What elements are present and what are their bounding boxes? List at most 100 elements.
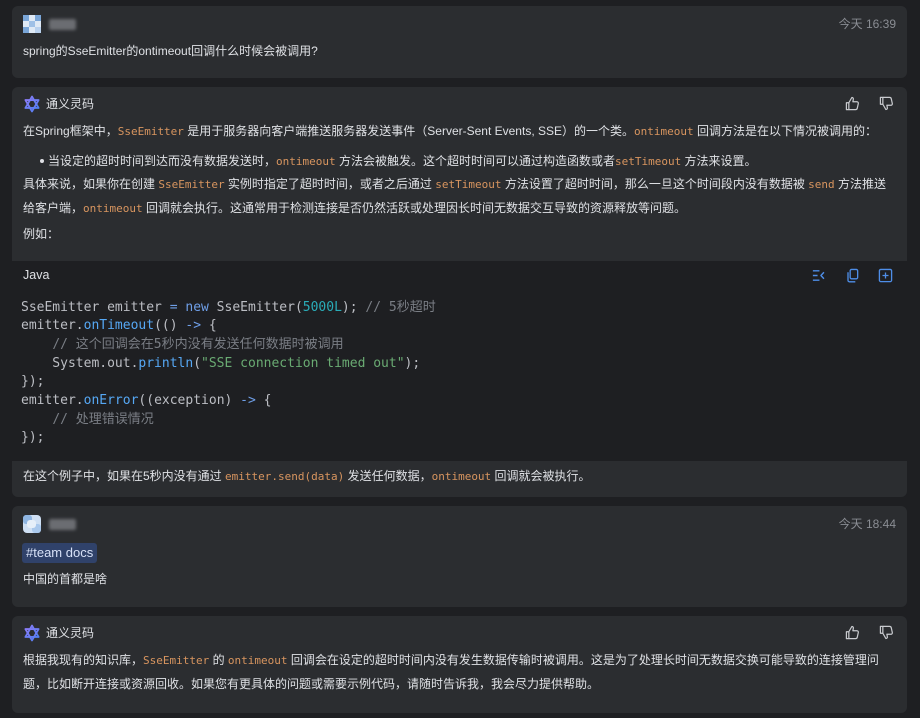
copy-icon[interactable]	[845, 268, 860, 283]
code-token-plain: (()	[154, 318, 186, 334]
code-block-header: Java	[12, 260, 907, 290]
inline-code: SseEmitter	[158, 178, 225, 191]
assistant-message-card: 通义灵码 在Spring框架中，SseEmitter 是用于服务器向客户端推送服…	[12, 87, 907, 497]
assistant-name: 通义灵码	[46, 97, 95, 111]
code-token-plain: );	[341, 299, 366, 315]
text-segment: 回调就会被执行。	[491, 469, 591, 483]
tongyi-lingma-logo-icon	[24, 624, 40, 642]
message-header: 今天 18:44	[12, 506, 907, 540]
text-segment: 方法会被触发。这个超时时间可以通过构造函数或者	[335, 153, 615, 168]
assistant-name: 通义灵码	[46, 626, 95, 640]
text-segment: 方法来设置。	[681, 153, 757, 168]
answer-conclusion: 在这个例子中，如果在5秒内没有通过 emitter.send(data) 发送任…	[12, 465, 907, 489]
example-label: 例如：	[23, 227, 60, 241]
code-token-plain: {	[201, 318, 217, 334]
user-message-card: 今天 16:39 spring的SseEmitter的ontimeout回调什么…	[12, 6, 907, 78]
inline-code: ontimeout	[634, 125, 694, 138]
insert-at-cursor-icon[interactable]	[811, 268, 826, 283]
code-token-method: println	[138, 355, 194, 371]
answer-detail: 具体来说，如果你在创建 SseEmitter 实例时指定了超时时间，或者之后通过…	[12, 173, 907, 220]
inline-code: SseEmitter	[143, 654, 210, 667]
message-header: 通义灵码	[12, 616, 907, 649]
code-token-plain: SseEmitter(	[208, 299, 303, 315]
code-token-string: "SSE connection timed out"	[201, 355, 405, 371]
inline-code: ontimeout	[276, 154, 336, 168]
code-line: });	[21, 373, 898, 392]
user-question-text: 中国的首都是啥	[23, 572, 108, 586]
user-avatar-icon	[23, 15, 41, 33]
code-token-comment: // 这个回调会在5秒内没有发送任何数据时被调用	[52, 336, 344, 352]
inline-code: ontimeout	[227, 654, 288, 667]
code-token-plain: emitter.	[21, 318, 84, 334]
text-segment: 的	[209, 653, 228, 667]
code-line: // 这个回调会在5秒内没有发送任何数据时被调用	[21, 336, 898, 355]
answer-bullet-list: 当设定的超时时间到达而没有数据发送时，ontimeout 方法会被触发。这个超时…	[12, 150, 907, 174]
code-line: });	[21, 429, 898, 448]
answer-intro: 在Spring框架中，SseEmitter 是用于服务器向客户端推送服务器发送事…	[12, 120, 907, 144]
code-token-keyword: ->	[185, 318, 202, 334]
redacted-username	[49, 519, 76, 530]
thumbs-down-icon[interactable]	[879, 625, 894, 640]
code-token-plain: });	[21, 374, 45, 390]
code-line: emitter.onTimeout(() -> {	[21, 317, 898, 336]
text-segment: 具体来说，如果你在创建	[23, 177, 159, 191]
code-line: emitter.onError((exception) -> {	[21, 392, 898, 411]
inline-code: setTimeout	[614, 154, 682, 168]
inline-code: setTimeout	[435, 178, 502, 191]
new-file-icon[interactable]	[878, 268, 893, 283]
message-header: 今天 16:39	[12, 6, 907, 40]
user-question-text: spring的SseEmitter的ontimeout回调什么时候会被调用?	[23, 44, 318, 58]
text-segment: 是用于服务器向客户端推送服务器发送事件（Server-Sent Events, …	[183, 124, 634, 138]
code-token-plain: {	[255, 392, 272, 408]
thumbs-up-icon[interactable]	[845, 625, 860, 640]
text-segment: 当设定的超时时间到达而没有数据发送时，	[48, 153, 277, 168]
code-body: SseEmitter emitter = new SseEmitter(5000…	[12, 290, 907, 462]
inline-code: send	[808, 178, 835, 191]
text-segment: 发送任何数据，	[344, 469, 432, 483]
code-token-method: onTimeout	[83, 318, 155, 334]
code-token-plain: );	[404, 355, 421, 371]
inline-code: ontimeout	[83, 201, 143, 215]
thumbs-down-icon[interactable]	[879, 96, 894, 111]
code-token-number: 5000L	[302, 299, 342, 315]
user-avatar-icon	[23, 515, 41, 533]
text-segment: 在Spring框架中，	[23, 124, 118, 138]
code-line: System.out.println("SSE connection timed…	[21, 355, 898, 374]
redacted-username	[49, 19, 76, 30]
answer-body: 根据我现有的知识库，SseEmitter 的 ontimeout 回调会在设定的…	[12, 649, 907, 695]
text-segment: 实例时指定了超时时间，或者之后通过	[224, 177, 436, 191]
inline-code: ontimeout	[431, 470, 492, 483]
code-token-plain: ((exception)	[138, 392, 241, 408]
context-tag-chip[interactable]: #team docs	[22, 543, 98, 563]
code-token-comment: // 5秒超时	[365, 299, 436, 315]
answer-bullet-item: 当设定的超时时间到达而没有数据发送时，ontimeout 方法会被触发。这个超时…	[40, 150, 896, 174]
code-token-keyword: = new	[169, 299, 209, 315]
thumbs-up-icon[interactable]	[845, 96, 860, 111]
code-block: Java SseEmitter emitter = new SseEmitter…	[12, 260, 907, 462]
tongyi-lingma-logo-icon	[24, 95, 40, 113]
message-header: 通义灵码	[12, 87, 907, 120]
text-segment: 回调方法是在以下情况被调用的：	[693, 124, 877, 138]
code-token-plain: SseEmitter emitter	[21, 299, 170, 315]
code-token-plain: System.out.	[21, 355, 139, 371]
user-message-card: 今天 18:44 #team docs 中国的首都是啥	[12, 506, 907, 607]
code-token-plain: (	[193, 355, 202, 371]
code-line: // 处理错误情况	[21, 411, 898, 430]
code-token-comment: // 处理错误情况	[52, 411, 154, 427]
code-token-keyword: ->	[240, 392, 256, 408]
code-line: SseEmitter emitter = new SseEmitter(5000…	[21, 299, 898, 318]
assistant-message-card: 通义灵码 根据我现有的知识库，SseEmitter 的 ontimeout 回调…	[12, 616, 907, 713]
code-token-plain: });	[21, 430, 45, 446]
inline-code: SseEmitter	[117, 125, 184, 138]
message-timestamp: 今天 18:44	[838, 517, 896, 531]
text-segment: 回调就会执行。这通常用于检测连接是否仍然活跃或处理因长时间无数据交互导致的资源释…	[142, 200, 686, 215]
text-segment: 在这个例子中，如果在5秒内没有通过	[23, 469, 226, 483]
message-timestamp: 今天 16:39	[838, 17, 896, 31]
inline-code: emitter.send(data)	[225, 470, 345, 483]
code-token-method: onError	[83, 392, 139, 408]
code-token-plain: emitter.	[21, 392, 84, 408]
code-language-label: Java	[23, 267, 50, 282]
text-segment: 根据我现有的知识库，	[23, 653, 144, 667]
text-segment: 方法设置了超时时间，那么一旦这个时间段内没有数据被	[501, 177, 809, 191]
